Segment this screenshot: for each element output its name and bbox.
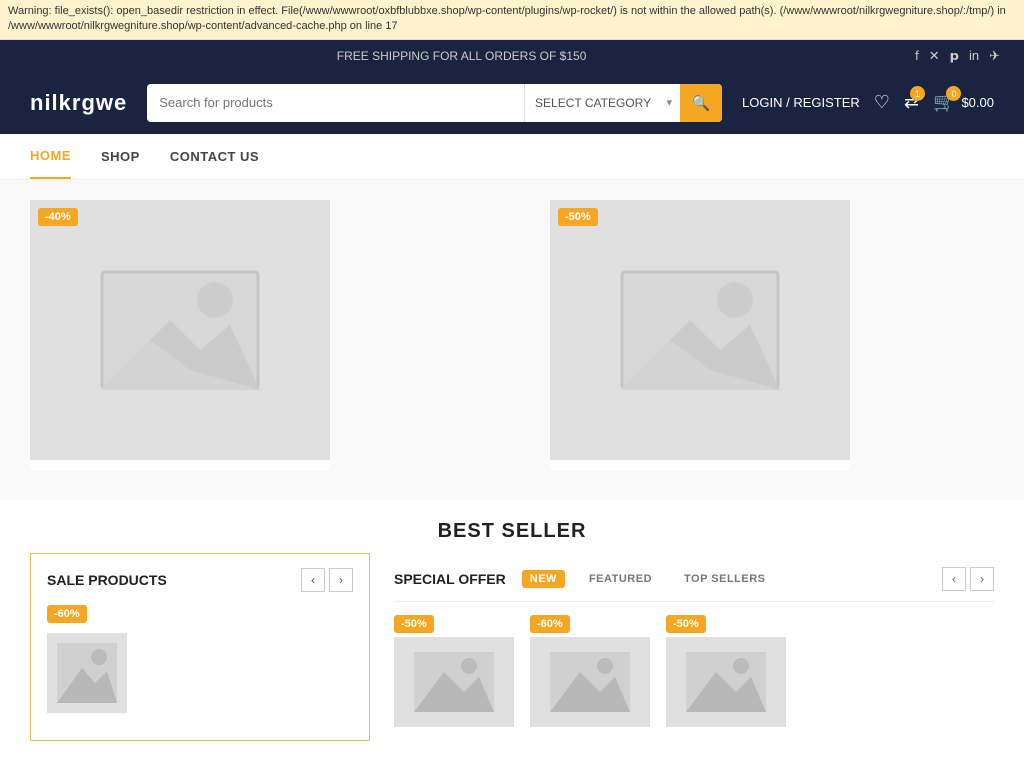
placeholder-svg-1 [100,270,260,390]
special-product-2[interactable]: -60% [530,614,650,727]
social-icons: f ✕ 𝗽 in ✈ [915,48,1016,64]
best-seller-title: BEST SELLER [30,520,994,543]
best-seller-section: BEST SELLER [0,500,1024,553]
sale-products-box: SALE PRODUCTS ‹ › -60% [30,553,370,741]
product-image-2 [550,200,850,460]
discount-badge-1: -40% [38,208,78,226]
facebook-icon[interactable]: f [915,48,919,64]
hero-product-2[interactable]: -50% [550,200,850,470]
main-nav: HOME SHOP CONTACT US [0,134,1024,180]
special-mini-placeholder-3 [666,637,786,727]
sale-prev-button[interactable]: ‹ [301,568,325,592]
special-mini-placeholder-2 [530,637,650,727]
special-discount-1: -50% [394,615,434,633]
compare-button[interactable]: ⇄ 1 [904,92,919,113]
nav-shop[interactable]: SHOP [101,135,140,178]
linkedin-icon[interactable]: in [969,48,979,64]
tab-new[interactable]: NEW [522,570,565,588]
cart-price: $0.00 [961,95,994,110]
warning-text: Warning: file_exists(): open_basedir res… [8,5,1006,32]
sale-products-header: SALE PRODUCTS ‹ › [47,568,353,592]
special-next-button[interactable]: › [970,567,994,591]
placeholder-icon-2 [620,270,780,390]
placeholder-icon-1 [100,270,260,390]
special-discount-3: -50% [666,615,706,633]
shipping-bar: FREE SHIPPING FOR ALL ORDERS OF $150 f ✕… [0,40,1024,72]
sale-products-title: SALE PRODUCTS [47,572,167,588]
cart-badge: 0 [946,86,961,101]
warning-bar: Warning: file_exists(): open_basedir res… [0,0,1024,40]
sale-next-button[interactable]: › [329,568,353,592]
special-mini-placeholder-1 [394,637,514,727]
nav-home[interactable]: HOME [30,134,71,179]
special-offer-title: SPECIAL OFFER [394,571,506,587]
tab-top-sellers[interactable]: TOP SELLERS [676,570,774,588]
category-select[interactable]: SELECT CATEGORY [525,84,672,122]
placeholder-svg-2 [620,270,780,390]
nav-contact[interactable]: CONTACT US [170,135,259,178]
telegram-icon[interactable]: ✈ [989,48,1000,64]
discount-badge-2: -50% [558,208,598,226]
cart-button[interactable]: 🛒 0 $0.00 [933,92,994,113]
tab-featured[interactable]: FEATURED [581,570,660,588]
bottom-row: SALE PRODUCTS ‹ › -60% SPECIAL OFFER NEW… [0,553,1024,761]
hero-product-1[interactable]: -40% [30,200,330,470]
cart-icon-wrapper: 🛒 0 [933,92,955,113]
special-offer-header: SPECIAL OFFER NEW FEATURED TOP SELLERS ‹… [394,567,994,602]
sale-mini-svg [57,643,117,703]
header-actions: LOGIN / REGISTER ♡ ⇄ 1 🛒 0 $0.00 [742,92,994,113]
search-button[interactable]: 🔍 [680,84,722,122]
product-image-1 [30,200,330,460]
sale-products-arrows: ‹ › [301,568,353,592]
hero-section: -40% -50% [0,180,1024,500]
special-mini-svg-2 [550,652,630,712]
special-offer-products: -50% -60% [394,614,994,727]
special-offer-box: SPECIAL OFFER NEW FEATURED TOP SELLERS ‹… [370,553,994,741]
sale-discount-badge: -60% [47,605,87,623]
special-mini-svg-1 [414,652,494,712]
special-discount-2: -60% [530,615,570,633]
site-logo[interactable]: nilkrgwe [30,90,127,116]
search-input[interactable] [147,84,524,122]
twitter-icon[interactable]: ✕ [929,48,940,64]
special-product-1[interactable]: -50% [394,614,514,727]
search-icon: 🔍 [692,94,711,112]
special-product-3[interactable]: -50% [666,614,786,727]
header: nilkrgwe SELECT CATEGORY 🔍 LOGIN / REGIS… [0,72,1024,134]
wishlist-button[interactable]: ♡ [874,92,890,113]
search-bar: SELECT CATEGORY 🔍 [147,84,722,122]
special-prev-button[interactable]: ‹ [942,567,966,591]
sale-product-mini [47,633,353,713]
compare-badge: 1 [910,86,925,101]
shipping-text: FREE SHIPPING FOR ALL ORDERS OF $150 [8,49,915,63]
sale-mini-placeholder [47,633,127,713]
login-register-link[interactable]: LOGIN / REGISTER [742,95,860,110]
category-wrapper: SELECT CATEGORY [524,84,680,122]
special-offer-arrows: ‹ › [942,567,994,591]
special-mini-svg-3 [686,652,766,712]
heart-icon: ♡ [874,92,890,112]
pinterest-icon[interactable]: 𝗽 [950,48,959,64]
